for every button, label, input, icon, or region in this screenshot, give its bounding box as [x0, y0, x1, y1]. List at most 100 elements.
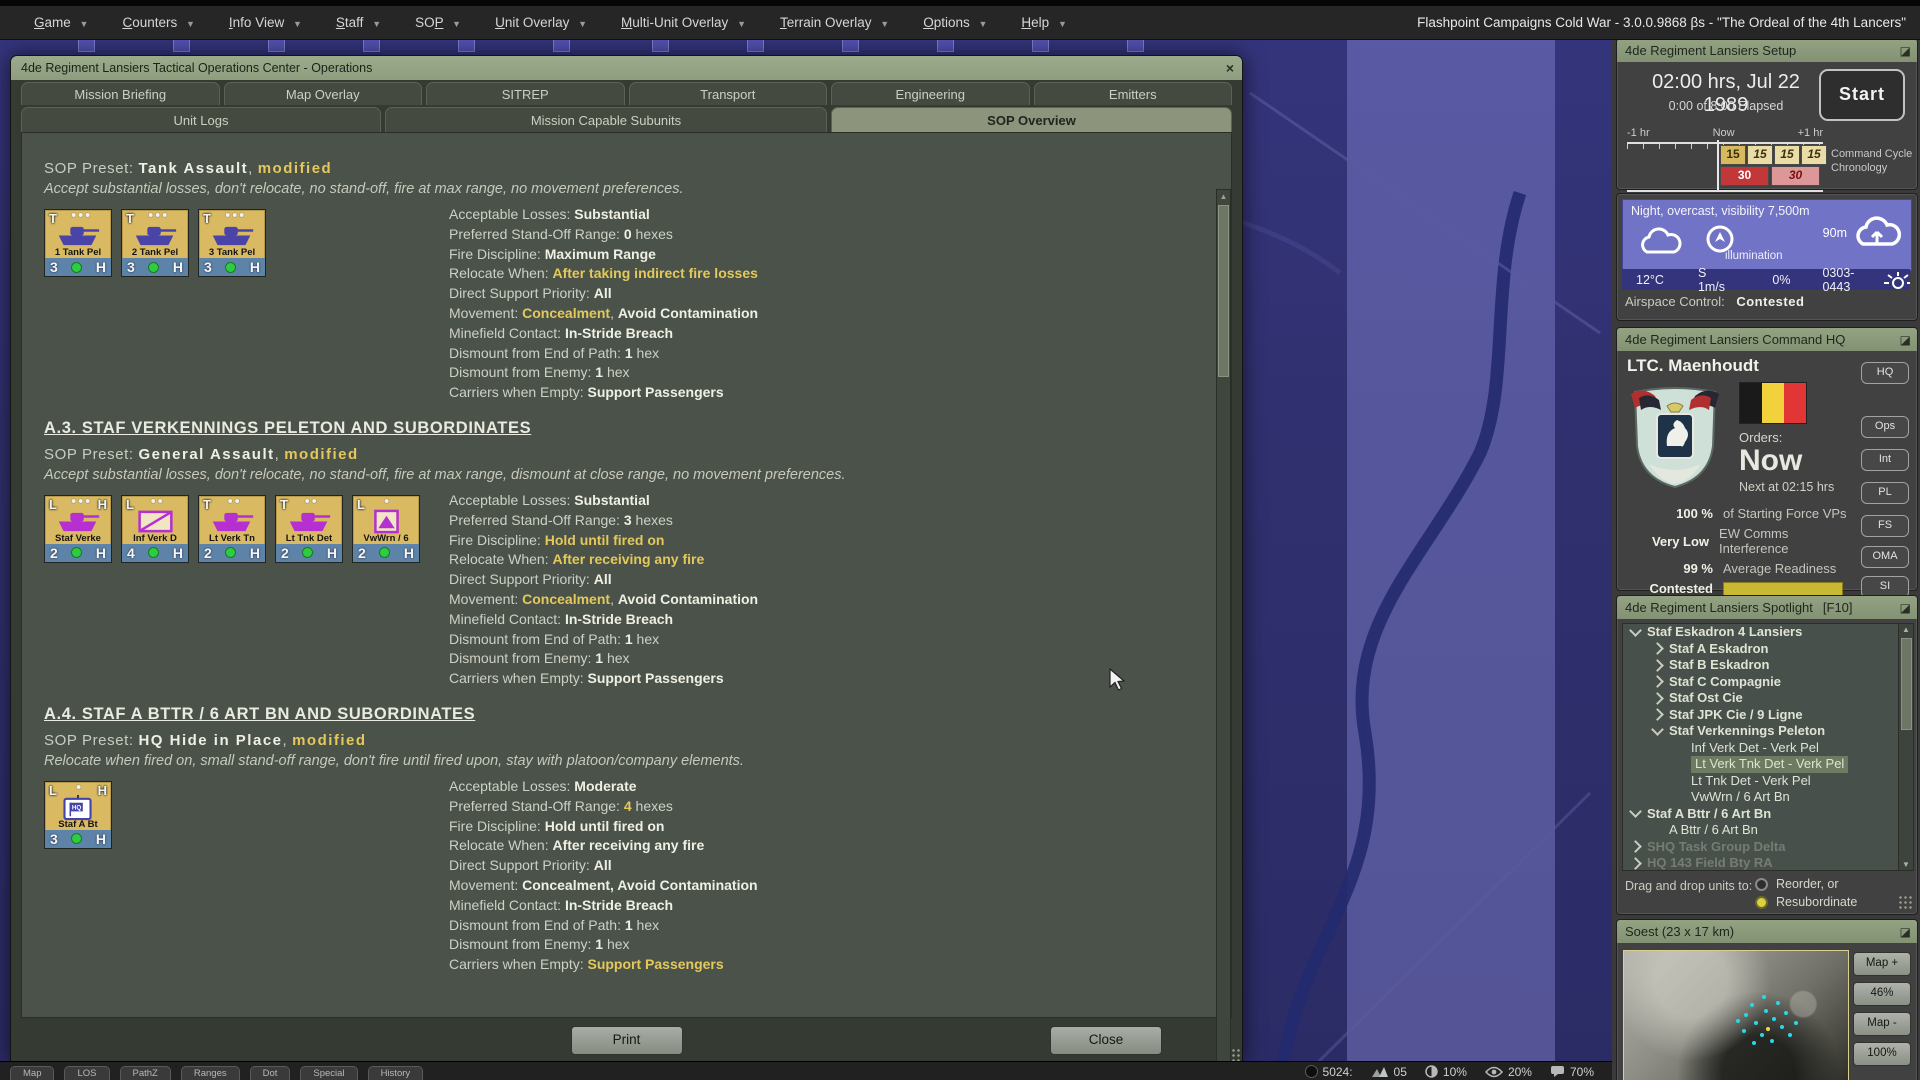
chevron-closed-icon[interactable]: [1651, 692, 1664, 705]
minimap-button-46[interactable]: 46%: [1853, 982, 1911, 1006]
tree-scrollbar[interactable]: ▲▼: [1898, 624, 1913, 870]
minimap-button-map[interactable]: Map -: [1853, 1012, 1911, 1036]
bottom-tab-pathz[interactable]: PathZ: [120, 1066, 171, 1080]
minimap-button-map[interactable]: Map +: [1853, 952, 1911, 976]
spotlight-panel-header[interactable]: 4de Regiment Lansiers Spotlight [F10] ◪: [1617, 596, 1917, 619]
tab-mission-briefing[interactable]: Mission Briefing: [21, 82, 220, 105]
bottom-tab-los[interactable]: LOS: [64, 1066, 109, 1080]
dialog-title-bar[interactable]: 4de Regiment Lansiers Tactical Operation…: [11, 56, 1242, 80]
bottom-tab-map[interactable]: Map: [10, 1066, 54, 1080]
bottom-tab-ranges[interactable]: Ranges: [181, 1066, 240, 1080]
tree-item[interactable]: Staf JPK Cie / 9 Ligne: [1623, 707, 1913, 724]
menu-multi-unit-overlay[interactable]: Multi-Unit Overlay ▼: [621, 15, 746, 30]
print-button[interactable]: Print: [571, 1026, 683, 1055]
tree-item[interactable]: Staf C Compagnie: [1623, 674, 1913, 691]
hq-button-int[interactable]: Int: [1861, 449, 1909, 471]
unit-counter[interactable]: L Inf Verk D4H: [121, 495, 189, 563]
tree-item[interactable]: Staf A Eskadron: [1623, 641, 1913, 658]
unit-counter[interactable]: T Lt Verk Tn2H: [198, 495, 266, 563]
scrollbar-thumb[interactable]: [1901, 638, 1912, 730]
tree-item[interactable]: Staf A Bttr / 6 Art Bn: [1623, 806, 1913, 823]
scrollbar-thumb[interactable]: [1218, 205, 1229, 377]
sop-overview-content[interactable]: . . . . SOP Preset: Tank Assault, modifi…: [21, 132, 1232, 1018]
hq-button-hq[interactable]: HQ: [1861, 362, 1909, 384]
hq-button-ops[interactable]: Ops: [1861, 416, 1909, 438]
menu-help[interactable]: Help ▼: [1021, 15, 1066, 30]
reorder-option[interactable]: Reorder, or: [1755, 877, 1839, 891]
bottom-tab-history[interactable]: History: [368, 1066, 424, 1080]
menu-counters[interactable]: Counters ▼: [122, 15, 194, 30]
chevron-open-icon[interactable]: [1651, 723, 1664, 736]
tree-item[interactable]: Inf Verk Det - Verk Pel: [1623, 740, 1913, 757]
tab-sop-overview[interactable]: SOP Overview: [831, 107, 1232, 132]
menu-unit-overlay[interactable]: Unit Overlay ▼: [495, 15, 587, 30]
unit-counter[interactable]: T 1 Tank Pel3H: [44, 209, 112, 277]
start-button[interactable]: Start: [1819, 69, 1905, 121]
tree-item[interactable]: SHQ Task Group Delta: [1623, 839, 1913, 856]
panel-collapse-icon[interactable]: ◪: [1900, 333, 1911, 347]
tab-engineering[interactable]: Engineering: [831, 82, 1030, 105]
menu-options[interactable]: Options ▼: [923, 15, 987, 30]
scroll-down-icon[interactable]: ▼: [1899, 860, 1913, 869]
tab-mission-capable-subunits[interactable]: Mission Capable Subunits: [385, 107, 827, 132]
unit-counter[interactable]: T 3 Tank Pel3H: [198, 209, 266, 277]
tree-item[interactable]: Lt Tnk Det - Verk Pel: [1623, 773, 1913, 790]
resubordinate-option[interactable]: Resubordinate: [1755, 895, 1857, 909]
close-icon[interactable]: ×: [1226, 61, 1234, 75]
chevron-closed-icon[interactable]: [1651, 659, 1664, 672]
tree-item[interactable]: Staf Ost Cie: [1623, 690, 1913, 707]
panel-resize-grip[interactable]: [1898, 895, 1914, 911]
tab-sitrep[interactable]: SITREP: [426, 82, 625, 105]
menu-info-view[interactable]: Info View ▼: [229, 15, 302, 30]
chevron-open-icon[interactable]: [1629, 624, 1642, 637]
hq-button-fs[interactable]: FS: [1861, 515, 1909, 537]
tree-item[interactable]: VwWrn / 6 Art Bn: [1623, 789, 1913, 806]
tab-emitters[interactable]: Emitters: [1034, 82, 1233, 105]
chevron-closed-icon[interactable]: [1651, 642, 1664, 655]
tab-map-overlay[interactable]: Map Overlay: [224, 82, 423, 105]
unit-tree[interactable]: Staf Eskadron 4 LansiersStaf A EskadronS…: [1622, 623, 1914, 871]
unit-counter[interactable]: L VwWrn / 62H: [352, 495, 420, 563]
unit-counter[interactable]: T 2 Tank Pel3H: [121, 209, 189, 277]
close-button[interactable]: Close: [1050, 1026, 1162, 1055]
tree-item[interactable]: Staf Verkennings Peleton: [1623, 723, 1913, 740]
menu-game[interactable]: Game ▼: [34, 15, 88, 30]
scroll-up-icon[interactable]: ▲: [1217, 190, 1230, 203]
hq-button-pl[interactable]: PL: [1861, 482, 1909, 504]
minimap[interactable]: [1623, 950, 1849, 1080]
panel-collapse-icon[interactable]: ◪: [1900, 44, 1911, 58]
unit-marker-dot: [1788, 1033, 1792, 1037]
menu-staff[interactable]: Staff ▼: [336, 15, 381, 30]
setup-panel-header[interactable]: 4de Regiment Lansiers Setup ◪: [1617, 39, 1917, 62]
hq-button-oma[interactable]: OMA: [1861, 546, 1909, 568]
chevron-closed-icon[interactable]: [1651, 675, 1664, 688]
panel-collapse-icon[interactable]: ◪: [1900, 601, 1911, 615]
unit-counter[interactable]: LH HQStaf A Bt3H: [44, 781, 112, 849]
resubordinate-radio[interactable]: [1755, 896, 1768, 909]
unit-counter[interactable]: T Lt Tnk Det2H: [275, 495, 343, 563]
chevron-closed-icon[interactable]: [1629, 857, 1642, 870]
menu-terrain-overlay[interactable]: Terrain Overlay ▼: [780, 15, 889, 30]
minimap-panel-header[interactable]: Soest (23 x 17 km) ◪: [1617, 920, 1917, 943]
chevron-closed-icon[interactable]: [1651, 708, 1664, 721]
tree-item[interactable]: Staf B Eskadron: [1623, 657, 1913, 674]
tree-item[interactable]: HQ 143 Field Bty RA: [1623, 855, 1913, 871]
hq-panel-header[interactable]: 4de Regiment Lansiers Command HQ ◪: [1617, 328, 1917, 351]
minimap-button-100[interactable]: 100%: [1853, 1042, 1911, 1066]
content-scrollbar[interactable]: ▲ ▼: [1216, 189, 1231, 1076]
unit-counter[interactable]: LH Staf Verke2H: [44, 495, 112, 563]
panel-collapse-icon[interactable]: ◪: [1900, 925, 1911, 939]
menu-sop[interactable]: SOP ▼: [415, 15, 461, 30]
tree-item[interactable]: Lt Verk Tnk Det - Verk Pel: [1623, 756, 1913, 773]
reorder-radio[interactable]: [1755, 878, 1768, 891]
bottom-tab-dot[interactable]: Dot: [250, 1066, 291, 1080]
chevron-open-icon[interactable]: [1629, 805, 1642, 818]
bottom-tab-special[interactable]: Special: [300, 1066, 357, 1080]
chevron-closed-icon[interactable]: [1629, 840, 1642, 853]
tab-unit-logs[interactable]: Unit Logs: [21, 107, 381, 132]
weather-box[interactable]: Night, overcast, visibility 7,500m illum…: [1622, 199, 1912, 271]
tab-transport[interactable]: Transport: [629, 82, 828, 105]
tree-item[interactable]: Staf Eskadron 4 Lansiers: [1623, 624, 1913, 641]
tree-item[interactable]: A Bttr / 6 Art Bn: [1623, 822, 1913, 839]
scroll-up-icon[interactable]: ▲: [1899, 625, 1913, 634]
